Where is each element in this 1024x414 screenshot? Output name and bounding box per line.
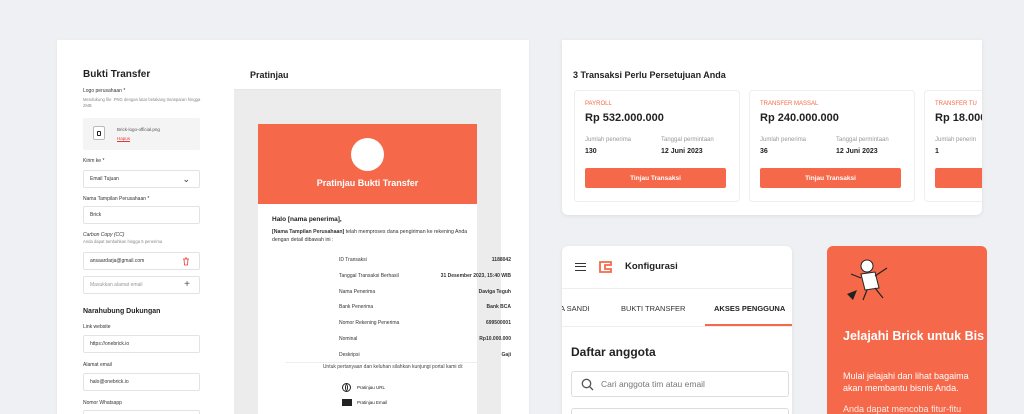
approvals-title: 3 Transaksi Perlu Persetujuan Anda [573, 70, 726, 80]
cc-label: Carbon Copy (CC) [83, 232, 125, 238]
display-name-label: Nama Tampilan Perusahaan * [83, 196, 150, 202]
cc-email-input[interactable]: ansaardarja@gmail.com [83, 252, 200, 270]
logo-placeholder-circle [351, 138, 384, 171]
mobile-config-card: Konfigurasi A SANDI BUKTI TRANSFER AKSES… [562, 246, 792, 414]
approval-card-payroll: PAYROLL Rp 532.000.000 Jumlah penerima T… [574, 90, 740, 202]
approval-card-bulk: TRANSFER MASSAL Rp 240.000.000 Jumlah pe… [749, 90, 915, 202]
logo-delete-link[interactable]: Hapus [117, 136, 130, 141]
rocket-person-illustration [847, 259, 888, 301]
logo-file-name: Brick-logo-official.png [117, 127, 160, 132]
whatsapp-input[interactable] [83, 410, 200, 414]
receipt-banner: Pratinjau Bukti Transfer [258, 124, 477, 204]
logo-upload-box[interactable]: Brick-logo-official.png Hapus [83, 118, 200, 150]
tab-user-access[interactable]: AKSES PENGGUNA [714, 304, 785, 313]
form-title: Bukti Transfer [83, 69, 151, 80]
file-icon [93, 126, 105, 140]
transfer-receipt-card: Bukti Transfer Logo perusahaan * Menduku… [57, 40, 529, 414]
approval-card-transfer: TRANSFER TU Rp 18.000 Jumlah penerin 1 T [924, 90, 982, 202]
preview-title: Pratinjau [250, 70, 289, 80]
detail-row: Nominal Rp10.000.000 [339, 336, 511, 342]
whatsapp-label: Nomor Whatsapp [83, 400, 122, 406]
email-input[interactable]: halo@onebrick.io [83, 373, 200, 391]
review-transaction-button[interactable]: Tinjau Transaksi [585, 168, 726, 188]
detail-row: Tanggal Transaksi Berhasil 31 Desember 20… [339, 273, 511, 279]
chevron-down-icon: ⌄ [182, 174, 190, 184]
email-label: Alamat email [83, 362, 112, 368]
logo-label: Logo perusahaan * [83, 88, 126, 94]
member-row[interactable] [571, 408, 789, 414]
cc-hint: Anda dapat tambahkan hingga 5 penerima [83, 239, 163, 244]
mail-icon [342, 399, 352, 406]
promo-line-2: akan membantu bisnis Anda. [843, 383, 959, 393]
detail-row: Nama Penerima Daviga Teguh [339, 289, 511, 295]
send-to-label: Kirim ke * [83, 158, 105, 164]
promo-card: Jelajahi Brick untuk Bis Anda! Mulai jel… [827, 246, 987, 414]
tab-password[interactable]: A SANDI [562, 304, 590, 313]
trash-icon[interactable] [182, 257, 190, 266]
promo-line-3: Anda dapat mencoba fitur-fitu [843, 404, 962, 414]
footer-text: Untuk pertanyaan dan keluhan silahkan ku… [322, 364, 464, 370]
intro-company: [Nama Tampilan Perusahaan] [272, 229, 345, 235]
website-label: Link website [83, 324, 111, 330]
cc-email-value: ansaardarja@gmail.com [90, 258, 145, 264]
detail-row: ID Transaksi 1188042 [339, 257, 511, 263]
config-title: Konfigurasi [625, 261, 678, 272]
promo-title: Jelajahi Brick untuk Bis Anda! [843, 329, 987, 343]
member-list-title: Daftar anggota [571, 345, 656, 359]
detail-row: Nomor Rekening Penerima 699500001 [339, 320, 511, 326]
cc-add-placeholder: Masukkan alamat email [90, 282, 143, 288]
greeting: Halo [nama penerima], [272, 216, 342, 223]
member-search-input[interactable]: Cari anggota tim atau email [571, 371, 789, 397]
detail-row: Bank Penerima Bank BCA [339, 304, 511, 310]
plus-icon[interactable]: + [184, 279, 190, 290]
send-to-select[interactable]: Email Tujuan ⌄ [83, 170, 200, 188]
globe-icon [342, 383, 351, 392]
promo-line-1: Mulai jelajahi dan lihat bagaima [843, 371, 969, 381]
hamburger-menu-icon[interactable] [575, 263, 586, 271]
display-name-input[interactable]: Brick [83, 206, 200, 224]
banner-title: Pratinjau Bukti Transfer [316, 178, 419, 188]
website-input[interactable]: https://onebrick.io [83, 335, 200, 353]
tab-transfer-receipt[interactable]: BUKTI TRANSFER [621, 304, 685, 313]
support-title: Narahubung Dukungan [83, 308, 161, 315]
approvals-card: 3 Transaksi Perlu Persetujuan Anda PAYRO… [562, 40, 982, 215]
search-placeholder: Cari anggota tim atau email [601, 379, 705, 389]
search-icon [581, 378, 594, 391]
send-to-value: Email Tujuan [90, 176, 119, 182]
review-transaction-button[interactable]: Tinjau Transaksi [760, 168, 901, 188]
intro-text: [Nama Tampilan Perusahaan] telah mempros… [272, 228, 468, 244]
review-transaction-button[interactable]: T [935, 168, 982, 188]
preview-email-link[interactable]: Pratinjau Email [357, 400, 387, 405]
brick-logo-icon [598, 258, 613, 273]
cc-add-input[interactable]: Masukkan alamat email + [83, 276, 200, 294]
detail-row: Deskripsi Gaji [339, 352, 511, 358]
preview-url-link[interactable]: Pratinjau URL [357, 385, 385, 390]
logo-hint: Mendukung file .PNG dengan latar belakan… [83, 97, 201, 108]
preview-header: Pratinjau [234, 62, 501, 90]
receipt-email: Pratinjau Bukti Transfer Halo [nama pene… [258, 124, 477, 414]
